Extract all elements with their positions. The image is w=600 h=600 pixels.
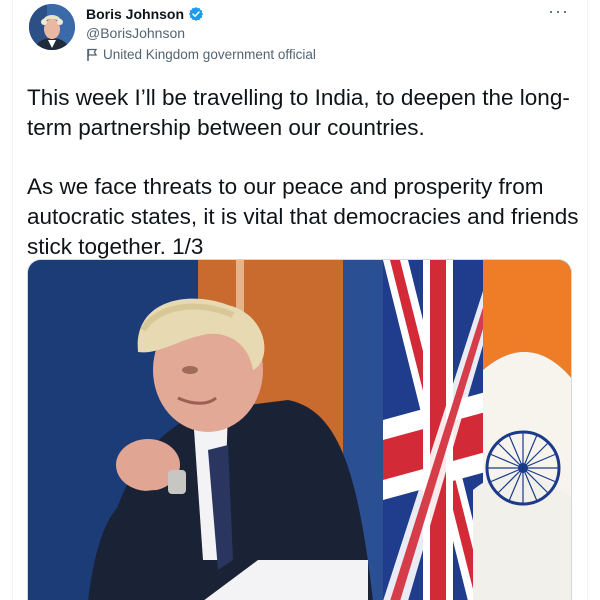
tweet-paragraph: This week I’ll be travelling to India, t…: [27, 85, 570, 140]
tweet-paragraph: As we face threats to our peace and pros…: [27, 174, 579, 259]
affiliation-label[interactable]: United Kingdom government official: [86, 47, 316, 62]
tweet-text: This week I’ll be travelling to India, t…: [27, 83, 579, 262]
more-options-icon[interactable]: ···: [548, 2, 569, 20]
author-name[interactable]: Boris Johnson: [86, 6, 184, 22]
verified-badge-icon: [188, 7, 204, 21]
affiliation-text: United Kingdom government official: [103, 47, 316, 62]
flag-icon: [86, 48, 98, 62]
avatar[interactable]: [29, 4, 75, 50]
author-handle[interactable]: @BorisJohnson: [86, 25, 185, 41]
tweet-card[interactable]: Boris Johnson @BorisJohnson United Kingd…: [12, 0, 588, 600]
tweet-photo[interactable]: [27, 259, 572, 600]
